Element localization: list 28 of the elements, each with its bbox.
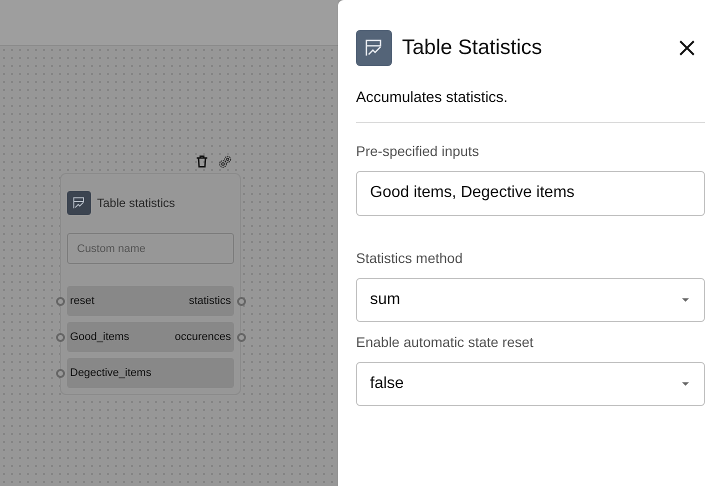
dropdown-caret-icon [682, 382, 689, 386]
input-label: Degective_items [70, 366, 152, 381]
panel-description: Accumulates statistics. [356, 88, 509, 108]
select-value: false [370, 374, 404, 394]
input-port[interactable] [56, 368, 65, 378]
field-label: Enable automatic state reset [356, 332, 534, 352]
close-button[interactable] [677, 38, 697, 58]
close-icon [678, 39, 696, 57]
input-port[interactable] [56, 332, 65, 342]
output-label: occurences [174, 330, 231, 345]
input-label: Good_items [70, 330, 130, 345]
text-field[interactable]: Good items, Degective items [356, 170, 705, 216]
dropdown-caret-icon [682, 298, 689, 302]
settings-icon[interactable] [217, 154, 233, 170]
field-label: Statistics method [356, 248, 464, 268]
input-label: reset [70, 294, 94, 309]
panel-title: Table Statistics [402, 35, 542, 62]
field-label: Pre-specified inputs [356, 142, 480, 161]
custom-name-field[interactable]: Custom name [67, 233, 234, 264]
output-port[interactable] [237, 296, 246, 306]
delete-icon[interactable] [195, 154, 209, 169]
input-port[interactable] [56, 296, 65, 306]
select-field[interactable]: false [356, 362, 705, 406]
select-field[interactable]: sum [356, 278, 705, 322]
select-value: sum [370, 290, 400, 310]
output-label: statistics [188, 294, 231, 309]
node-title: Table statistics [97, 195, 176, 212]
output-port[interactable] [237, 332, 246, 342]
